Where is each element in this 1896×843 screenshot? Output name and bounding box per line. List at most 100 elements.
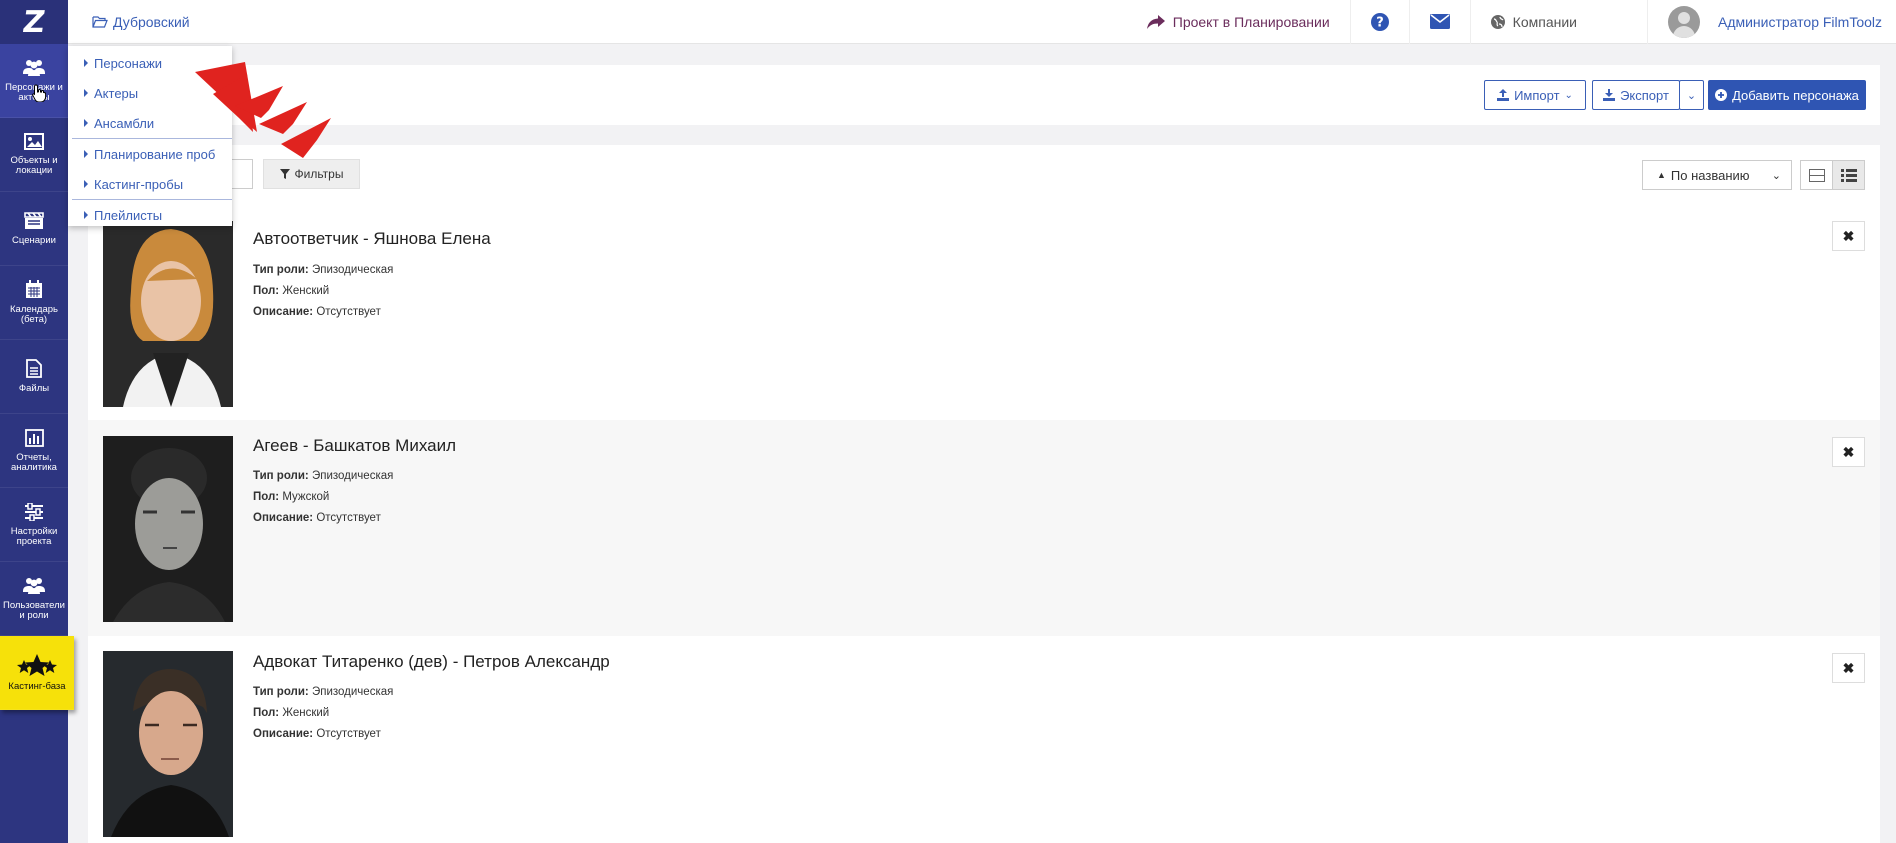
view-list-button[interactable] [1832, 160, 1865, 190]
field-label: Описание: [253, 306, 314, 318]
add-character-label: Добавить персонажа [1732, 87, 1859, 103]
field-label: Описание: [253, 512, 314, 524]
role-type-value: Эпизодическая [311, 686, 394, 698]
annotation-arrow-icon [195, 62, 331, 158]
sidebar-item-users-roles[interactable]: Пользователи и роли [0, 562, 68, 636]
import-button[interactable]: Импорт ⌄ [1484, 80, 1586, 110]
breadcrumb[interactable]: Дубровский [92, 14, 190, 30]
sliders-icon [25, 502, 43, 521]
hand-cursor-icon [32, 84, 46, 102]
sidebar-item-calendar[interactable]: Календарь (бета) [0, 266, 68, 340]
sidebar-item-scripts[interactable]: Сценарии [0, 192, 68, 266]
sidebar-item-characters-actors[interactable]: Персонажи и актеры [0, 44, 68, 118]
toolbar-panel: Импорт ⌄ Экспорт ⌄ Добавить персонажа [88, 65, 1880, 125]
clapperboard-icon [24, 211, 44, 229]
export-label: Экспорт [1620, 87, 1669, 103]
card-title[interactable]: Агеев - Башкатов Михаил [253, 436, 456, 456]
close-icon: ✖ [1842, 227, 1855, 244]
character-card[interactable]: Агеев - Башкатов Михаил Тип роли: Эпизод… [88, 420, 1880, 636]
export-button[interactable]: Экспорт [1592, 80, 1680, 110]
menu-item-casting-auditions[interactable]: Кастинг-пробы [68, 169, 232, 199]
sidebar-item-objects-locations[interactable]: Объекты и локации [0, 118, 68, 192]
gender-value: Женский [282, 285, 330, 297]
caret-right-icon [84, 180, 88, 188]
menu-item-label: Плейлисты [94, 207, 163, 223]
sort-asc-icon: ▲ [1657, 170, 1666, 180]
gender-value: Женский [282, 707, 330, 719]
field-label: Пол: [253, 285, 280, 297]
avatar [1667, 5, 1700, 38]
project-status-label: Проект в Планировании [1172, 13, 1330, 30]
close-icon: ✖ [1842, 443, 1855, 460]
character-card[interactable]: Адвокат Титаренко (дев) - Петров Алексан… [88, 636, 1880, 843]
field-label: Пол: [253, 707, 280, 719]
project-status-link[interactable]: Проект в Планировании [1127, 0, 1350, 44]
image-icon [24, 133, 44, 150]
field-label: Пол: [253, 491, 280, 503]
user-menu[interactable]: Администратор FilmToolz [1646, 0, 1896, 44]
menu-item-playlists[interactable]: Плейлисты [68, 200, 232, 230]
stars-icon [17, 653, 57, 676]
calendar-icon [26, 280, 42, 298]
app-logo[interactable]: Z [0, 0, 68, 44]
menu-item-label: Кастинг-пробы [94, 176, 184, 192]
envelope-icon [1429, 14, 1450, 29]
sidebar-item-casting-base[interactable]: Кастинг-база [0, 636, 74, 710]
menu-item-label: Ансамбли [94, 115, 155, 131]
sidebar-item-label: Пользователи и роли [2, 599, 65, 621]
file-icon [26, 359, 42, 378]
description-value: Отсутствует [316, 512, 381, 524]
companies-label: Компании [1512, 13, 1577, 30]
card-title[interactable]: Автоответчик - Яшнова Елена [253, 229, 491, 249]
role-type-value: Эпизодическая [311, 264, 394, 276]
caret-right-icon [84, 59, 88, 67]
messages-button[interactable] [1408, 0, 1470, 44]
description-value: Отсутствует [316, 728, 381, 740]
sidebar-item-reports[interactable]: Отчеты, аналитика [0, 414, 68, 488]
actor-photo [103, 651, 233, 837]
help-button[interactable]: ? [1349, 0, 1409, 44]
export-dropdown-button[interactable]: ⌄ [1679, 80, 1704, 110]
share-arrow-icon [1146, 14, 1165, 29]
plus-circle-icon [1715, 89, 1728, 101]
sidebar-item-label: Сценарии [12, 234, 56, 246]
remove-button[interactable]: ✖ [1832, 437, 1865, 467]
sidebar-item-label: Календарь (бета) [10, 304, 58, 325]
add-character-button[interactable]: Добавить персонажа [1708, 80, 1866, 110]
import-label: Импорт [1514, 87, 1560, 103]
caret-right-icon [84, 211, 88, 219]
sidebar-item-files[interactable]: Файлы [0, 340, 68, 414]
sidebar-item-label: Кастинг-база [8, 680, 66, 692]
sidebar: Z Персонажи и актеры Объекты и локации С… [0, 0, 74, 843]
menu-item-label: Персонажи [94, 55, 163, 71]
upload-icon [1497, 89, 1510, 101]
companies-link[interactable]: Компании [1469, 0, 1647, 44]
role-type-value: Эпизодическая [311, 470, 394, 482]
chevron-down-icon: ⌄ [1564, 89, 1573, 101]
caret-right-icon [84, 89, 88, 97]
actor-photo [103, 436, 233, 622]
remove-button[interactable]: ✖ [1832, 653, 1865, 683]
card-view-icon [1808, 168, 1825, 182]
list-view-icon [1840, 168, 1857, 182]
character-card[interactable]: Автоответчик - Яшнова Елена Тип роли: Эп… [88, 218, 1880, 420]
sort-select[interactable]: ▲ По названию ⌄ [1642, 160, 1792, 190]
sidebar-item-project-settings[interactable]: Настройки проекта [0, 488, 68, 562]
actor-photo [103, 221, 233, 407]
close-icon: ✖ [1842, 659, 1855, 676]
view-card-button[interactable] [1800, 160, 1833, 190]
bar-chart-icon [24, 428, 44, 447]
caret-right-icon [84, 119, 88, 127]
chevron-down-icon: ⌄ [1771, 169, 1781, 182]
svg-text:?: ? [1376, 15, 1384, 30]
remove-button[interactable]: ✖ [1832, 221, 1865, 251]
top-bar: Дубровский Проект в Планировании ? Компа… [68, 0, 1896, 44]
chevron-down-icon: ⌄ [1686, 89, 1697, 102]
card-meta: Тип роли: Эпизодическая Пол: Мужской Опи… [253, 466, 393, 529]
caret-right-icon [84, 150, 88, 158]
card-title[interactable]: Адвокат Титаренко (дев) - Петров Алексан… [253, 652, 610, 672]
description-value: Отсутствует [316, 306, 381, 318]
field-label: Тип роли: [253, 264, 309, 276]
field-label: Тип роли: [253, 686, 309, 698]
field-label: Описание: [253, 728, 314, 740]
